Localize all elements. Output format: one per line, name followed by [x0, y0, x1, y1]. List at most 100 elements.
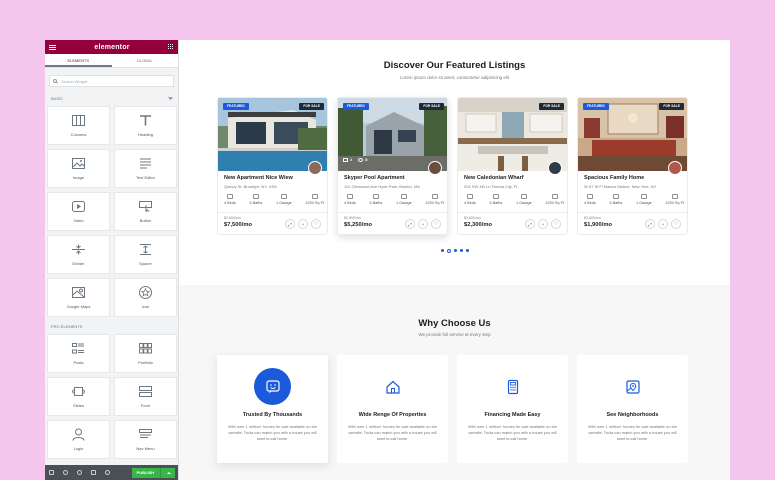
beds-count: 4 Beds [464, 201, 476, 205]
widget-portfolio[interactable]: Portfolio [114, 334, 177, 373]
feature-title: Wide Renge Of Properties [358, 412, 427, 418]
widget-login[interactable]: Login [47, 420, 110, 459]
listing-card[interactable]: FEATURED FOR SALE New Apartment Nice Wie… [217, 97, 328, 235]
widget-posts[interactable]: Posts [47, 334, 110, 373]
house-icon [374, 368, 411, 405]
compare-icon[interactable]: + [298, 219, 308, 229]
featured-subtitle: Lorem ipsum dolor sit amet, consectetur … [399, 75, 510, 80]
listing-features: 4 Beds 5 Baths 1 Garage 1200 Sq Ft [224, 194, 324, 205]
widget-heading[interactable]: Heading [114, 106, 177, 145]
heart-icon[interactable]: ♡ [311, 219, 321, 229]
widget-columns[interactable]: Columns [47, 106, 110, 145]
heart-icon[interactable]: ♡ [431, 219, 441, 229]
for-sale-badge: FOR SALE [299, 103, 324, 110]
carousel-dot-active[interactable] [446, 248, 451, 253]
widget-spacer[interactable]: Spacer [114, 235, 177, 274]
compare-icon[interactable]: + [418, 219, 428, 229]
for-sale-badge: FOR SALE [539, 103, 564, 110]
carousel-dot[interactable] [459, 249, 463, 252]
widget-label: Icon [141, 303, 150, 309]
widget-nav-menu[interactable]: Nav Menu [114, 420, 177, 459]
carousel-dot[interactable] [440, 249, 444, 252]
listing-photo[interactable]: FEATURED FOR SALE [578, 98, 687, 171]
widget-form[interactable]: Form [114, 377, 177, 416]
widget-divider[interactable]: Divider [47, 235, 110, 274]
video-count: 8 [358, 157, 367, 162]
panel-tabs: ELEMENTS GLOBAL [45, 54, 178, 68]
navigator-icon[interactable] [63, 470, 68, 475]
widget-icon[interactable]: Icon [114, 278, 177, 317]
widget-label: Slides [73, 402, 84, 408]
widgets-grid-icon[interactable] [167, 44, 174, 50]
spacer-icon [139, 243, 152, 255]
agent-avatar[interactable] [308, 161, 322, 175]
expand-icon[interactable]: ⤢ [405, 219, 415, 229]
listing-title[interactable]: New Apartment Nice Wiew [224, 175, 293, 181]
listing-title[interactable]: New Caledonian Wharf [464, 175, 524, 181]
search-icon [53, 79, 57, 83]
heart-icon[interactable]: ♡ [551, 219, 561, 229]
compare-icon[interactable]: + [658, 219, 668, 229]
carousel-dot[interactable] [453, 249, 457, 252]
listing-card[interactable]: FEATURED FOR SALE Spacious Family Home W… [577, 97, 688, 235]
widget-label: Nav Menu [136, 445, 155, 451]
widget-text-editor[interactable]: Text Editor [114, 149, 177, 188]
chevron-down-icon [168, 94, 173, 100]
listing-photo[interactable]: FEATURED FOR SALE [218, 98, 327, 171]
baths-count: 5 Baths [249, 201, 263, 205]
widget-label: Google Maps [66, 303, 91, 309]
history-icon[interactable] [77, 470, 82, 475]
video-icon [72, 200, 85, 212]
heading-icon [139, 114, 152, 126]
widget-label: Divider [72, 260, 85, 266]
expand-icon[interactable]: ⤢ [525, 219, 535, 229]
panel-footer: PUBLISH [45, 465, 178, 480]
listing-price: $5,250/mo [344, 222, 373, 228]
caret-up-icon[interactable] [167, 471, 171, 474]
widget-label: Columns [70, 131, 87, 137]
agent-avatar[interactable] [428, 161, 442, 175]
widget-image[interactable]: Image [47, 149, 110, 188]
widget-video[interactable]: Video [47, 192, 110, 231]
responsive-mode-icon[interactable] [91, 470, 96, 475]
listing-photo[interactable]: FEATURED FOR SALE 2 8 [338, 98, 447, 171]
preview-eye-icon[interactable] [105, 470, 110, 475]
columns-icon [72, 114, 85, 126]
widget-label: Heading [138, 131, 153, 137]
garage-count: 1 Garage [635, 201, 652, 205]
widget-google-maps[interactable]: Google Maps [47, 278, 110, 317]
listing-title[interactable]: Spacious Family Home [584, 175, 644, 181]
widget-button[interactable]: Button [114, 192, 177, 231]
heart-icon[interactable]: ♡ [671, 219, 681, 229]
listing-photo[interactable]: FOR SALE [458, 98, 567, 171]
compare-icon[interactable]: + [538, 219, 548, 229]
listing-title[interactable]: Skyper Pool Apartment [344, 175, 405, 181]
agent-avatar[interactable] [548, 161, 562, 175]
widget-slides[interactable]: Slides [47, 377, 110, 416]
pro-section-header[interactable]: PRO ELEMENTS [45, 321, 178, 331]
hamburger-menu-icon[interactable] [49, 44, 56, 50]
agent-avatar[interactable] [668, 161, 682, 175]
elementor-logo: elementor [94, 43, 130, 51]
settings-icon[interactable] [49, 470, 54, 475]
widget-search-input[interactable]: Search Widget... [49, 75, 174, 87]
listing-address: 201 SW 4th Ln Florida City, FL [464, 184, 519, 189]
bath-icon [372, 194, 379, 199]
carousel-dot[interactable] [465, 249, 469, 252]
basic-section-header[interactable]: BASIC [45, 93, 178, 103]
media-counts: 2 8 [343, 157, 367, 162]
garage-count: 1 Garage [395, 201, 412, 205]
feature-desc: With over 1 million+ homes for sale avai… [468, 424, 557, 441]
old-price: $2,800/mo [224, 216, 241, 220]
old-price: $2,800/mo [344, 216, 361, 220]
expand-icon[interactable]: ⤢ [645, 219, 655, 229]
tab-elements[interactable]: ELEMENTS [45, 54, 112, 67]
publish-button[interactable]: PUBLISH [132, 467, 175, 478]
for-sale-badge: FOR SALE [419, 103, 444, 110]
expand-icon[interactable]: ⤢ [285, 219, 295, 229]
listing-card[interactable]: FOR SALE New Caledonian Wharf 201 SW 4th… [457, 97, 568, 235]
tab-global[interactable]: GLOBAL [112, 54, 179, 67]
listing-card[interactable]: FEATURED FOR SALE 2 8 Skyper Pool Apartm… [337, 97, 448, 235]
feature-card: Trusted By Thousands With over 1 million… [217, 355, 328, 463]
widget-label: Form [140, 402, 151, 408]
